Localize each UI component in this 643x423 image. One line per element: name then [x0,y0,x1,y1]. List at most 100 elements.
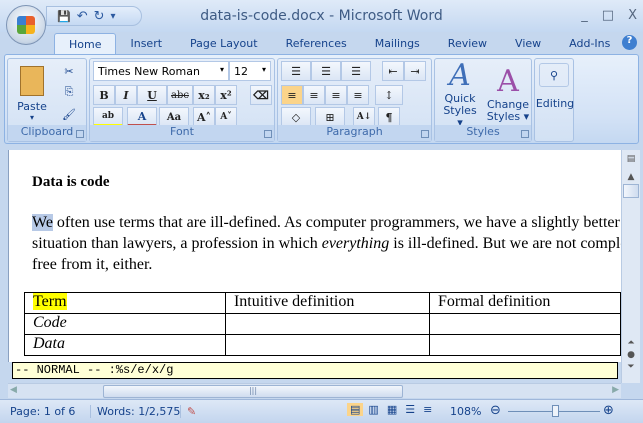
close-button[interactable]: X [628,8,637,23]
paragraph-label: Paragraph [278,125,431,141]
zoom-in-icon[interactable]: ⊕ [603,403,614,418]
bold-button[interactable]: B [93,85,115,105]
help-icon[interactable]: ? [622,35,637,50]
tab-mailings[interactable]: Mailings [361,33,434,55]
dialog-launcher-icon[interactable] [264,130,272,138]
show-marks-button[interactable]: ¶ [378,107,400,127]
zoom-slider-thumb[interactable] [551,405,559,417]
justify-icon[interactable]: ≡ [347,85,369,105]
align-center-icon[interactable]: ≡ [303,85,325,105]
web-layout-icon[interactable]: ▦ [384,403,400,416]
document-heading: Data is code [32,174,110,190]
borders-icon[interactable]: ⊞ [315,107,345,127]
italic-button[interactable]: I [115,85,137,105]
ruler-toggle-icon[interactable]: ▤ [624,154,638,168]
minimize-button[interactable]: _ [581,8,588,23]
print-layout-icon[interactable]: ▤ [347,403,364,416]
tab-review[interactable]: Review [434,33,501,55]
clipboard-icon [20,66,44,96]
select-browse-object-icon[interactable]: ● [624,350,638,360]
table-cell[interactable] [224,313,430,335]
zoom-out-icon[interactable]: ⊖ [490,403,501,418]
strikethrough-button[interactable]: abc [167,85,193,105]
tab-home[interactable]: Home [54,33,117,55]
tab-insert[interactable]: Insert [116,33,176,55]
draft-icon[interactable]: ≡ [420,403,435,416]
table-cell[interactable]: Data [24,334,226,356]
outline-icon[interactable]: ☰ [402,403,418,416]
copy-icon[interactable]: ⎘ [60,83,78,101]
numbering-icon[interactable]: ☰ [311,61,341,81]
font-name-select[interactable]: Times New Roman ▾ [93,61,229,81]
line-spacing-icon[interactable]: ↕ [375,85,403,105]
selected-text: We [32,214,53,231]
scroll-right-icon[interactable]: ▶ [612,385,619,395]
cut-icon[interactable]: ✂ [60,62,78,80]
table-cell[interactable]: Code [24,313,226,335]
grow-font-button[interactable]: A˄ [193,107,215,127]
table-row: Code [24,313,621,335]
subscript-button[interactable]: x₂ [193,85,215,105]
document-page[interactable]: Data is code We often use terms that are… [8,150,621,362]
ribbon: Paste ▾ ✂ ⎘ 🖌 Clipboard Times New Roman ▾ … [4,54,639,144]
vertical-scroll-thumb[interactable] [623,184,639,198]
clear-formatting-icon[interactable]: ⌫ [250,85,272,105]
window-title: data-is-code.docx - Microsoft Word [200,8,443,24]
clipboard-label: Clipboard [8,125,86,141]
find-binoculars-icon: ⚲ [539,63,569,87]
table-cell[interactable] [224,334,430,356]
office-logo-icon [17,16,35,34]
decrease-indent-icon[interactable]: ⇤ [382,61,404,81]
superscript-button[interactable]: x² [215,85,237,105]
zoom-level[interactable]: 108% [450,405,481,418]
bullets-icon[interactable]: ☰ [281,61,311,81]
underline-button[interactable]: U [137,85,167,105]
change-case-button[interactable]: Aa [159,107,189,127]
highlight-button[interactable]: ab [93,107,123,127]
align-left-icon[interactable]: ≡ [281,85,303,105]
change-styles-button[interactable]: A Change Styles ▾ [485,61,531,125]
sort-button[interactable]: A↓ [353,107,375,127]
full-screen-reading-icon[interactable]: ▥ [365,403,381,416]
scroll-left-icon[interactable]: ◀ [10,385,17,395]
styles-group: A Quick Styles ▾ A Change Styles ▾ Style… [434,58,532,142]
dialog-launcher-icon[interactable] [76,130,84,138]
editing-group[interactable]: ⚲ Editing [534,58,574,142]
view-buttons: ▤ ▥ ▦ ☰ ≡ [347,403,435,416]
dialog-launcher-icon[interactable] [521,130,529,138]
quick-styles-button[interactable]: A Quick Styles ▾ [437,57,483,129]
dialog-launcher-icon[interactable] [421,130,429,138]
horizontal-scrollbar[interactable]: ◀ ||| ▶ [8,383,621,398]
horizontal-scroll-thumb[interactable]: ||| [103,385,403,398]
office-button[interactable] [6,5,46,45]
maximize-button[interactable]: □ [602,8,614,23]
font-label: Font [90,125,274,141]
paragraph-group: ☰ ☰ ☰ ⇤ ⇥ ≡ ≡ ≡ ≡ ↕ ◇ ⊞ A↓ ¶ Paragraph [277,58,432,142]
quick-styles-icon: A [449,57,471,93]
next-page-icon[interactable]: ⏷ [624,362,638,372]
tab-references[interactable]: References [272,33,361,55]
tab-view[interactable]: View [501,33,555,55]
table-cell[interactable] [428,313,621,335]
vim-command-line[interactable]: -- NORMAL -- :%s/e/x/g [12,362,618,379]
table-cell[interactable] [428,334,621,356]
vertical-scrollbar[interactable]: ▤ ▲ ⏶ ● ⏷ [621,150,640,383]
page-count[interactable]: Page: 1 of 6 [10,405,75,418]
scroll-up-icon[interactable]: ▲ [624,172,638,182]
multilevel-list-icon[interactable]: ☰ [341,61,371,81]
paste-button[interactable]: Paste ▾ [12,63,52,125]
tab-page-layout[interactable]: Page Layout [176,33,272,55]
tab-add-ins[interactable]: Add-Ins [555,33,624,55]
previous-page-icon[interactable]: ⏶ [624,338,638,348]
increase-indent-icon[interactable]: ⇥ [404,61,426,81]
font-color-button[interactable]: A [127,107,157,127]
align-right-icon[interactable]: ≡ [325,85,347,105]
format-painter-icon[interactable]: 🖌 [60,105,78,123]
shrink-font-button[interactable]: A˅ [215,107,237,127]
status-bar: Page: 1 of 6 Words: 1/2,575 ✎ ▤ ▥ ▦ ☰ ≡ … [0,399,643,423]
word-count[interactable]: Words: 1/2,575 [90,405,180,418]
proofing-icon[interactable]: ✎ [180,405,196,418]
shading-icon[interactable]: ◇ [281,107,311,127]
font-size-select[interactable]: 12 ▾ [229,61,271,81]
clipboard-group: Paste ▾ ✂ ⎘ 🖌 Clipboard [7,58,87,142]
